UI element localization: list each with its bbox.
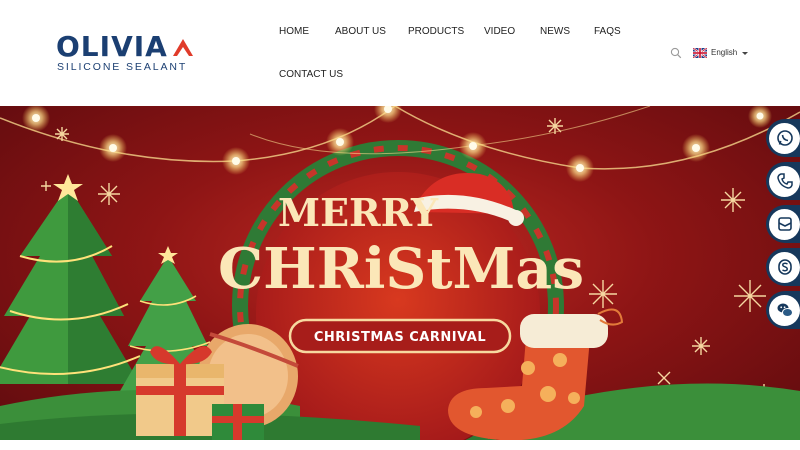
whatsapp-icon	[776, 130, 793, 146]
banner-bottom-strip	[0, 440, 800, 450]
phone-icon-circle	[769, 165, 800, 197]
email-button[interactable]	[766, 205, 800, 243]
chevron-down-icon	[742, 51, 749, 55]
nav-item-products[interactable]: PRODUCTS	[408, 26, 464, 38]
language-label: English	[711, 48, 738, 57]
skype-icon	[777, 259, 792, 275]
wechat-button[interactable]	[766, 291, 800, 329]
logo-name: OLIVIA	[56, 30, 168, 63]
skype-button[interactable]	[766, 248, 800, 286]
gift-box-green	[212, 404, 264, 440]
skype-icon-circle	[769, 251, 800, 283]
search-icon[interactable]	[670, 47, 682, 59]
christmas-banner-art: MERRY CHRiStMas CHRISTMAS CARNIVAL	[0, 106, 800, 440]
logo-triangle-inner	[177, 47, 189, 56]
logo-tagline: SILICONE SEALANT	[57, 61, 188, 73]
wechat-icon	[777, 303, 793, 317]
hero-banner[interactable]: MERRY CHRiStMas CHRISTMAS CARNIVAL	[0, 106, 800, 440]
whatsapp-button[interactable]	[766, 119, 800, 157]
nav-item-faqs[interactable]: FAQS	[594, 26, 621, 38]
nav-item-video[interactable]: VIDEO	[484, 26, 515, 38]
email-icon	[777, 217, 792, 231]
phone-icon	[776, 173, 793, 189]
banner-line-merry: MERRY	[278, 190, 439, 235]
site-header: OLIVIA SILICONE SEALANT HOME ABOUT US PR…	[0, 0, 800, 106]
whatsapp-icon-circle	[769, 122, 800, 154]
banner-line-christmas: CHRiStMas	[218, 236, 584, 302]
christmas-tree-large	[0, 174, 141, 384]
logo[interactable]: OLIVIA SILICONE SEALANT	[56, 32, 198, 76]
nav-item-contact-us[interactable]: CONTACT US	[279, 69, 343, 81]
main-nav: HOME ABOUT US PRODUCTS VIDEO NEWS FAQS C…	[279, 0, 679, 106]
nav-item-home[interactable]: HOME	[279, 26, 309, 38]
nav-item-news[interactable]: NEWS	[540, 26, 570, 38]
email-icon-circle	[769, 208, 800, 240]
language-selector[interactable]: English	[693, 47, 749, 59]
phone-button[interactable]	[766, 162, 800, 200]
nav-item-about-us[interactable]: ABOUT US	[335, 26, 386, 38]
wechat-icon-circle	[769, 294, 800, 326]
uk-flag-icon	[693, 48, 707, 58]
carnival-button-label[interactable]: CHRISTMAS CARNIVAL	[314, 330, 486, 345]
